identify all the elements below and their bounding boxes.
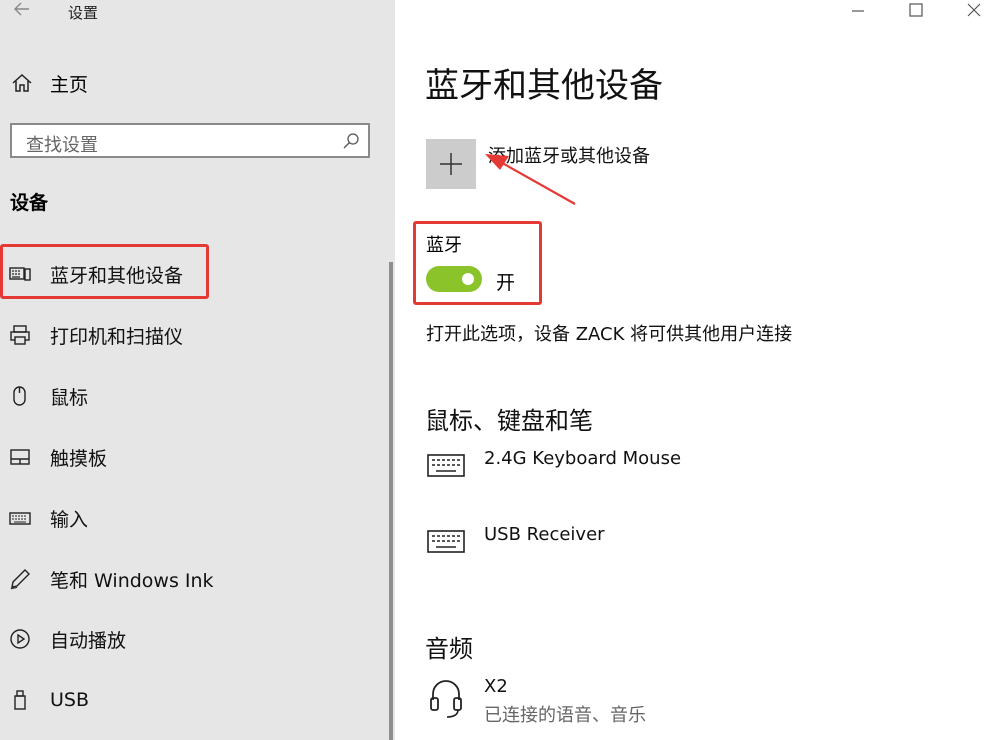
sidebar-item-label: 打印机和扫描仪 <box>50 325 184 348</box>
sidebar-item-label: 笔和 Windows Ink <box>50 569 214 592</box>
keyboard-icon <box>8 506 32 530</box>
main-panel: 蓝牙和其他设备 添加蓝牙或其他设备 蓝牙 开 打开此选项，设备 ZACK 将可供… <box>395 0 993 740</box>
home-nav-item[interactable]: 主页 <box>10 68 88 98</box>
minimize-icon[interactable] <box>846 0 870 22</box>
sidebar-item-typing[interactable]: 输入 <box>0 498 380 538</box>
page-title: 蓝牙和其他设备 <box>425 66 663 106</box>
sidebar-item-autoplay[interactable]: 自动播放 <box>0 619 380 659</box>
close-icon[interactable] <box>962 0 986 22</box>
mouse-icon <box>8 384 32 408</box>
sidebar-item-label: 鼠标 <box>50 386 89 409</box>
sidebar-scrollbar[interactable] <box>389 262 393 740</box>
sidebar-item-usb[interactable]: USB <box>0 680 380 720</box>
section-title-input-devices: 鼠标、键盘和笔 <box>425 407 593 435</box>
sidebar-item-mouse[interactable]: 鼠标 <box>0 376 380 416</box>
touchpad-icon <box>8 445 32 469</box>
sidebar-item-label: 输入 <box>50 508 89 531</box>
maximize-icon[interactable] <box>904 0 928 22</box>
sidebar-item-printers[interactable]: 打印机和扫描仪 <box>0 315 380 355</box>
sidebar: 设置 主页 查找设置 设备 蓝牙和其他设备 打印机和扫描仪 鼠标 触摸板 输入 … <box>0 0 395 740</box>
keyboard-icon <box>426 524 466 558</box>
home-label: 主页 <box>50 73 89 96</box>
device-name: 2.4G Keyboard Mouse <box>484 448 682 469</box>
sidebar-item-pen[interactable]: 笔和 Windows Ink <box>0 559 380 599</box>
highlight-box-bluetooth <box>413 221 542 305</box>
section-title-devices: 设备 <box>10 192 49 214</box>
highlight-box-selected-item <box>0 244 209 299</box>
search-icon[interactable] <box>342 132 360 150</box>
section-title-audio: 音频 <box>425 635 473 663</box>
pen-icon <box>8 567 32 591</box>
sidebar-item-label: USB <box>50 689 90 711</box>
device-name: USB Receiver <box>484 524 605 545</box>
device-status: 已连接的语音、音乐 <box>484 705 646 726</box>
search-input[interactable]: 查找设置 <box>10 123 370 158</box>
device-name: X2 <box>484 676 508 697</box>
app-title: 设置 <box>68 4 99 22</box>
home-icon <box>10 71 34 95</box>
keyboard-icon <box>426 448 466 482</box>
plus-icon <box>440 153 462 175</box>
search-placeholder: 查找设置 <box>26 135 98 156</box>
sidebar-item-label: 自动播放 <box>50 629 127 652</box>
sidebar-item-label: 触摸板 <box>50 447 108 470</box>
printer-icon <box>8 323 32 347</box>
bluetooth-description: 打开此选项，设备 ZACK 将可供其他用户连接 <box>426 324 793 345</box>
back-arrow-icon[interactable] <box>10 0 34 24</box>
add-device-button[interactable] <box>426 139 476 189</box>
autoplay-icon <box>8 627 32 651</box>
sidebar-item-touchpad[interactable]: 触摸板 <box>0 437 380 477</box>
headset-icon <box>426 676 466 724</box>
red-arrow-annotation <box>485 154 576 205</box>
usb-icon <box>8 688 32 712</box>
